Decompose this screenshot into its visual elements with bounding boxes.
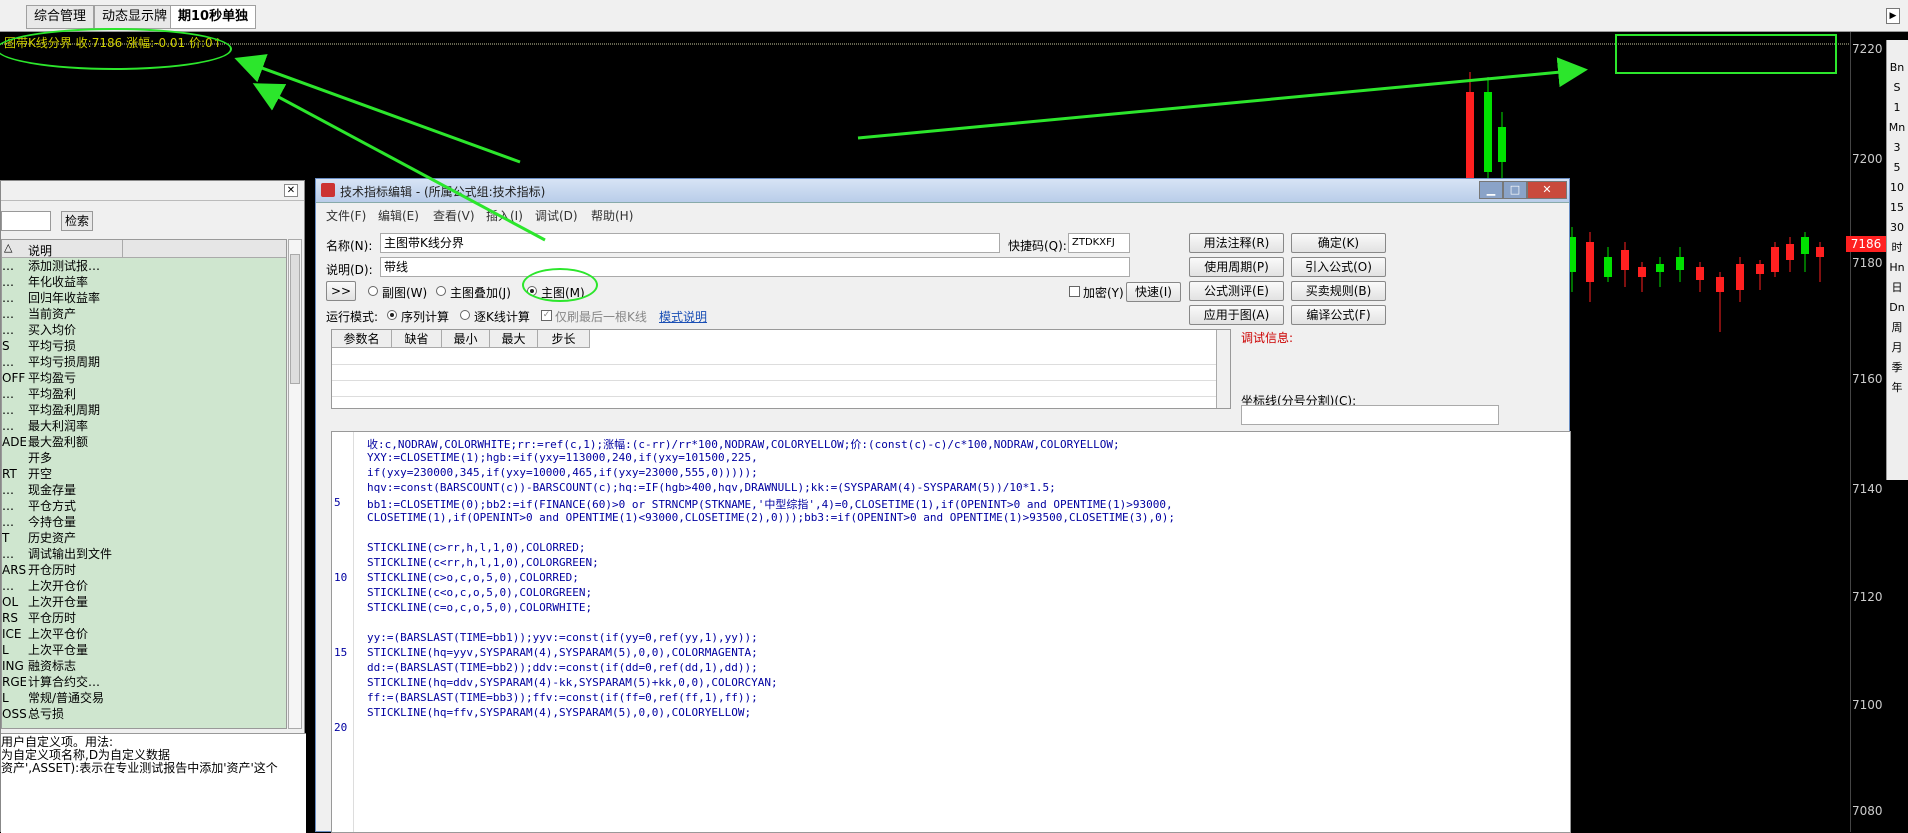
annotation-arrows [234, 54, 1588, 242]
